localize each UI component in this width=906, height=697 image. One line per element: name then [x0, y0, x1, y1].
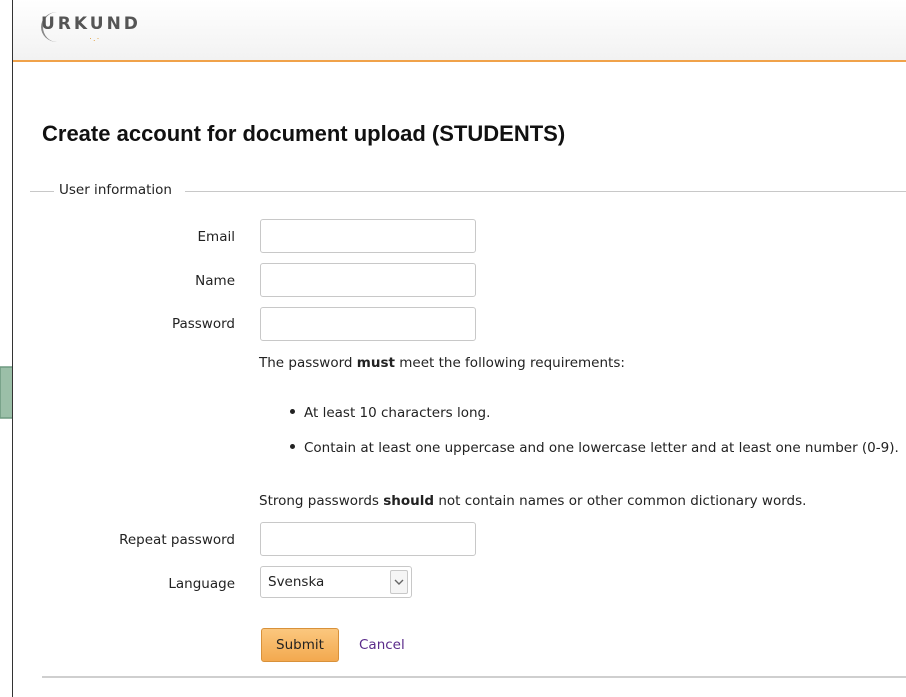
password-label: Password	[171, 316, 235, 332]
logo-dots-icon: ·.·	[89, 33, 101, 43]
requirement-text: Contain at least one uppercase and one l…	[304, 440, 899, 456]
requirements-must: must	[356, 355, 395, 371]
chevron-down-icon[interactable]	[390, 570, 408, 594]
bottom-divider	[42, 676, 906, 678]
requirement-item: Contain at least one uppercase and one l…	[290, 440, 899, 456]
submit-button[interactable]: Submit	[261, 628, 339, 662]
language-select[interactable]: Svenska	[260, 566, 412, 598]
strong-prefix: Strong passwords	[259, 493, 384, 509]
bullet-icon	[290, 443, 295, 449]
repeat-password-label: Repeat password	[119, 532, 235, 548]
fieldset-border-left	[30, 191, 54, 192]
language-selected-value: Svenska	[268, 574, 325, 590]
requirements-prefix: The password	[259, 355, 357, 371]
header-bar: URKUND ·.·	[13, 0, 906, 62]
fieldset-legend: User information	[59, 182, 172, 198]
repeat-password-field[interactable]	[260, 522, 476, 556]
language-label: Language	[168, 576, 235, 592]
name-field[interactable]	[260, 263, 476, 297]
page-title: Create account for document upload (STUD…	[42, 121, 566, 146]
strong-password-note: Strong passwords should not contain name…	[259, 493, 806, 509]
requirement-item: At least 10 characters long.	[290, 405, 490, 421]
strong-should: should	[383, 493, 435, 509]
strong-suffix: not contain names or other common dictio…	[434, 493, 807, 509]
bullet-icon	[290, 408, 295, 414]
requirements-suffix: meet the following requirements:	[394, 355, 625, 371]
cancel-link[interactable]: Cancel	[359, 637, 405, 653]
urkund-logo: URKUND	[41, 14, 141, 34]
fieldset-border-right	[185, 191, 906, 192]
app-frame: URKUND ·.· Create account for document u…	[12, 0, 906, 697]
email-field[interactable]	[260, 219, 476, 253]
password-field[interactable]	[260, 307, 476, 341]
email-label: Email	[197, 229, 235, 245]
name-label: Name	[195, 273, 235, 289]
requirement-text: At least 10 characters long.	[304, 405, 491, 421]
password-requirements-intro: The password must meet the following req…	[259, 355, 625, 371]
